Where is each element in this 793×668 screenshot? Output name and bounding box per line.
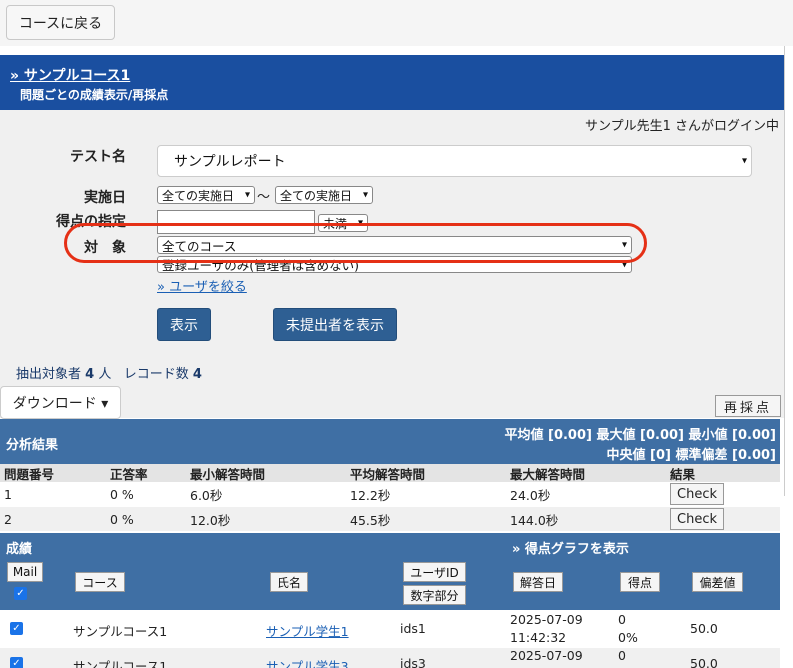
student-course: サンプルコース1 (73, 659, 168, 668)
correct-rate: 0 % (110, 486, 134, 502)
records-label: レコード数 (123, 367, 189, 382)
column-header: 問題番号 (4, 466, 55, 482)
student-userid: ids3 (400, 656, 426, 668)
answer-date: 2025-07-09 (510, 648, 583, 663)
sort-deviation-button[interactable]: 偏差値 (692, 572, 743, 592)
question-number: 1 (4, 486, 12, 502)
date-to-value: 全ての実施日 (280, 188, 353, 203)
course-breadcrumb-link[interactable]: » サンプルコース1 (10, 65, 130, 85)
chevron-down-icon: ▾ (244, 189, 250, 201)
avg-answer-time: 45.5秒 (350, 512, 391, 528)
sort-name-button[interactable]: 氏名 (270, 572, 308, 592)
mail-button[interactable]: Mail (7, 562, 43, 582)
summary-count: 4 (85, 367, 95, 382)
page-header: » サンプルコース1 問題ごとの成績表示/再採点 (0, 55, 784, 110)
answer-time: 11:42:32 (510, 630, 567, 645)
max-answer-time: 24.0秒 (510, 487, 551, 503)
student-checkbox[interactable]: ✓ (10, 622, 23, 635)
column-header: 結果 (670, 466, 696, 482)
student-name-link[interactable]: サンプル学生1 (266, 621, 349, 640)
rescore-button[interactable]: 再採点 (715, 395, 781, 417)
sort-numeric-part-button[interactable]: 数字部分 (403, 585, 466, 605)
check-button[interactable]: Check (670, 483, 724, 505)
test-name-value: サンプルレポート (174, 154, 286, 170)
sort-answer-date-button[interactable]: 解答日 (513, 572, 563, 592)
student-deviation: 50.0 (690, 621, 718, 636)
filter-users-link[interactable]: » ユーザを絞る (157, 276, 247, 295)
column-header: 最小解答時間 (190, 466, 266, 482)
select-all-checkbox[interactable]: ✓ (14, 587, 27, 600)
column-header: 正答率 (110, 466, 148, 482)
check-button[interactable]: Check (670, 508, 724, 530)
min-answer-time: 6.0秒 (190, 487, 223, 503)
summary-prefix: 抽出対象者 (16, 367, 82, 382)
login-status: サンプル先生1 さんがログイン中 (584, 119, 779, 134)
divider (784, 46, 785, 496)
column-header: 平均解答時間 (350, 466, 426, 482)
question-row: 1 0 % 6.0秒 12.2秒 24.0秒 Check (0, 482, 780, 506)
sort-course-button[interactable]: コース (75, 572, 125, 592)
back-to-course-button[interactable]: コースに戻る (6, 5, 115, 40)
page-right-gutter (784, 46, 793, 668)
chevron-down-icon: ▾ (741, 155, 747, 167)
correct-rate: 0 % (110, 511, 134, 527)
extraction-summary: 抽出対象者 4 人 レコード数 4 (16, 363, 202, 382)
page-subtitle: 問題ごとの成績表示/再採点 (20, 88, 169, 102)
download-dropdown-button[interactable]: ダウンロード ▾ (0, 386, 121, 419)
student-row: ✓ サンプルコース1 サンプル学生3 ids3 2025-07-09 0 50.… (0, 648, 780, 668)
student-score: 0 (618, 612, 626, 627)
analysis-stats-line1: 平均値 [0.00] 最大値 [0.00] 最小値 [0.00] (504, 428, 776, 443)
date-label: 実施日 (84, 190, 126, 206)
student-course: サンプルコース1 (73, 624, 168, 639)
student-userid: ids1 (400, 621, 426, 636)
student-percent: 0% (618, 630, 638, 645)
student-name-link[interactable]: サンプル学生3 (266, 656, 349, 668)
question-table-header: 問題番号 正答率 最小解答時間 平均解答時間 最大解答時間 結果 (0, 464, 780, 482)
date-from-value: 全ての実施日 (162, 188, 235, 203)
student-checkbox[interactable]: ✓ (10, 657, 23, 668)
chevron-down-icon: ▾ (362, 189, 368, 201)
student-deviation: 50.0 (690, 656, 718, 668)
date-to-select[interactable]: 全ての実施日 ▾ (275, 186, 373, 204)
analysis-stats-line2: 中央値 [0] 標準偏差 [0.00] (606, 448, 776, 463)
show-button[interactable]: 表示 (157, 308, 211, 341)
question-number: 2 (4, 511, 12, 527)
analysis-header: 分析結果 平均値 [0.00] 最大値 [0.00] 最小値 [0.00] 中央… (0, 419, 780, 464)
summary-unit: 人 (98, 367, 112, 382)
date-separator: 〜 (257, 190, 271, 205)
sort-score-button[interactable]: 得点 (620, 572, 660, 592)
analysis-title: 分析結果 (6, 438, 59, 453)
highlight-annotation-circle (64, 223, 647, 263)
sort-userid-button[interactable]: ユーザID (403, 562, 466, 582)
grades-title: 成績 (6, 542, 33, 557)
date-from-select[interactable]: 全ての実施日 ▾ (157, 186, 255, 204)
question-row: 2 0 % 12.0秒 45.5秒 144.0秒 Check (0, 507, 780, 531)
test-name-label: テスト名 (70, 149, 126, 165)
min-answer-time: 12.0秒 (190, 512, 231, 528)
max-answer-time: 144.0秒 (510, 512, 559, 528)
top-bar: コースに戻る (0, 0, 793, 46)
test-name-select[interactable]: サンプルレポート ▾ (157, 145, 752, 177)
show-unsubmitted-button[interactable]: 未提出者を表示 (273, 308, 397, 341)
score-graph-link[interactable]: » 得点グラフを表示 (512, 538, 629, 557)
student-score: 0 (618, 648, 626, 663)
answer-date: 2025-07-09 (510, 612, 583, 627)
student-row: ✓ サンプルコース1 サンプル学生1 ids1 2025-07-09 11:42… (0, 610, 780, 648)
records-count: 4 (192, 367, 202, 382)
column-header: 最大解答時間 (510, 466, 586, 482)
grades-header: 成績 » 得点グラフを表示 Mail ✓ コース 氏名 ユーザID 数字部分 解… (0, 533, 780, 610)
avg-answer-time: 12.2秒 (350, 487, 391, 503)
